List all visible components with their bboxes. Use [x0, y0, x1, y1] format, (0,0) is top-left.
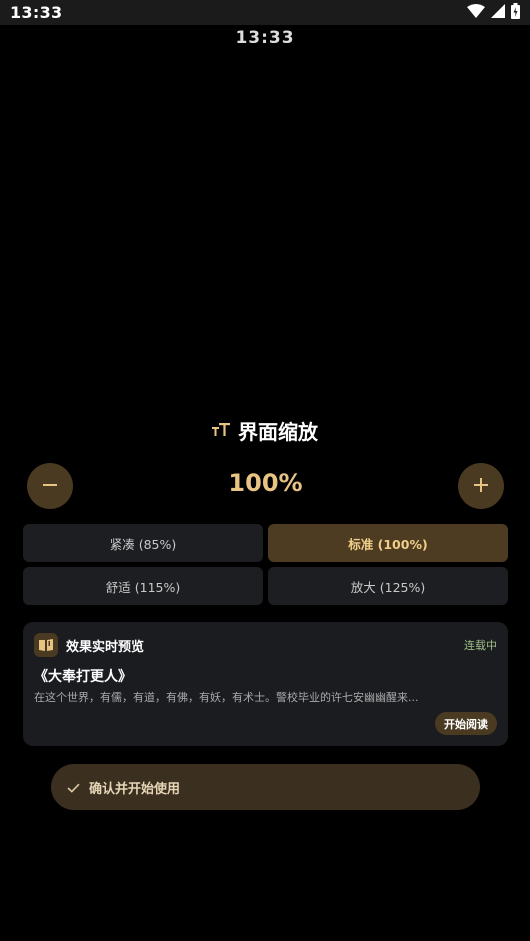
option-large[interactable]: 放大 (125%): [268, 567, 508, 605]
book-icon: [34, 633, 58, 657]
scale-stepper: 100%: [27, 463, 504, 509]
wifi-icon: [467, 3, 485, 22]
preview-header: 效果实时预览 连载中: [34, 633, 497, 657]
top-clock: 13:33: [235, 28, 295, 48]
book-title: 《大奉打更人》: [34, 669, 132, 685]
option-comfortable[interactable]: 舒适 (115%): [23, 567, 263, 605]
preview-card: 效果实时预览 连载中 《大奉打更人》 在这个世界，有儒，有道，有佛，有妖，有术士…: [23, 622, 508, 746]
plus-icon: [474, 477, 488, 496]
status-time: 13:33: [10, 3, 63, 22]
start-reading-button[interactable]: 开始阅读: [435, 712, 497, 735]
status-bar: 13:33: [0, 0, 530, 25]
battery-charging-icon: [511, 2, 520, 23]
scale-value: 100%: [228, 469, 303, 497]
option-compact[interactable]: 紧凑 (85%): [23, 524, 263, 562]
scale-title: 界面缩放: [0, 416, 530, 445]
page-title: 界面缩放: [238, 420, 318, 444]
option-standard[interactable]: 标准 (100%): [268, 524, 508, 562]
serial-status-badge: 连载中: [464, 639, 497, 652]
increase-scale-button[interactable]: [458, 463, 504, 509]
scale-options: 紧凑 (85%) 标准 (100%) 舒适 (115%) 放大 (125%): [23, 524, 508, 605]
book-excerpt: 在这个世界，有儒，有道，有佛，有妖，有术士。警校毕业的许七安幽幽醒来...: [34, 691, 419, 704]
confirm-start-button[interactable]: 确认并开始使用: [51, 764, 480, 810]
cell-signal-icon: [491, 3, 505, 22]
text-size-icon: [212, 421, 230, 440]
check-icon: [67, 778, 80, 797]
status-icons: [467, 2, 520, 23]
confirm-label: 确认并开始使用: [89, 781, 181, 797]
preview-title: 效果实时预览: [66, 639, 145, 655]
